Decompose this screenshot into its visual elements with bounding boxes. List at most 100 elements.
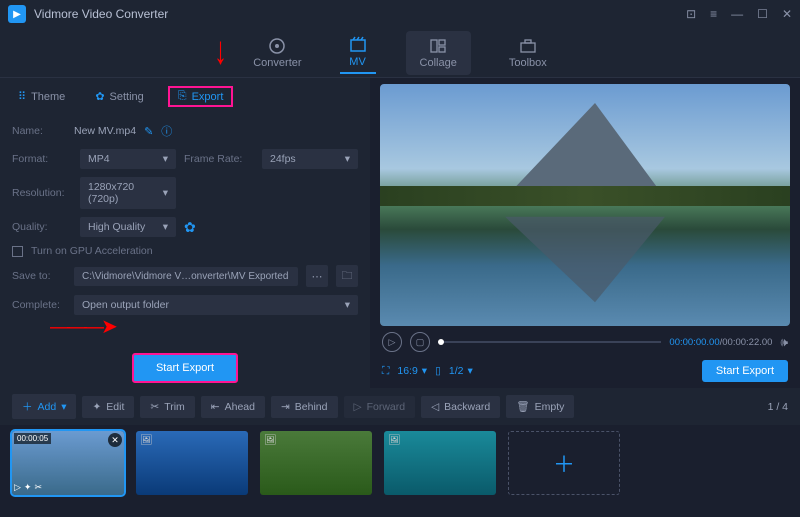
clip-thumb-1[interactable]: 00:00:05 ✕ ▷✦✂	[12, 431, 124, 495]
complete-label: Complete:	[12, 299, 66, 311]
format-dropdown[interactable]: MP4▾	[80, 149, 176, 169]
remove-clip-icon[interactable]: ✕	[108, 433, 122, 447]
stop-button[interactable]: ▢	[410, 332, 430, 352]
top-nav: Converter MV Collage Toolbox	[0, 28, 800, 78]
page-icon: ▯	[435, 365, 441, 377]
plus-icon: ＋	[22, 399, 33, 414]
wand-icon[interactable]: ✦	[24, 482, 32, 493]
browse-folder-button[interactable]: 🗀	[336, 265, 358, 287]
clip-thumb-2[interactable]: 🖼	[136, 431, 248, 495]
seek-thumb[interactable]	[438, 339, 444, 345]
chevron-down-icon: ▾	[345, 153, 350, 165]
page-dropdown[interactable]: 1/2▾	[449, 365, 473, 377]
chevron-down-icon: ▾	[345, 299, 350, 311]
nav-toolbox[interactable]: Toolbox	[501, 33, 555, 73]
edit-button[interactable]: ✦Edit	[82, 396, 134, 418]
image-icon: 🖼	[388, 435, 401, 446]
image-icon: 🖼	[140, 435, 153, 446]
chevron-down-icon: ▾	[163, 187, 168, 199]
window-controls: ⊡ ≡ — ☐ ✕	[686, 7, 792, 21]
saveto-label: Save to:	[12, 270, 66, 282]
framerate-dropdown[interactable]: 24fps▾	[262, 149, 358, 169]
forward-button[interactable]: ▷Forward	[344, 396, 416, 418]
nav-collage[interactable]: Collage	[406, 31, 471, 75]
framerate-label: Frame Rate:	[184, 153, 254, 165]
quality-label: Quality:	[12, 221, 72, 233]
collage-icon	[428, 37, 448, 55]
behind-button[interactable]: ⇥Behind	[271, 396, 338, 418]
backward-button[interactable]: ◁Backward	[421, 396, 500, 418]
gpu-label: Turn on GPU Acceleration	[31, 245, 153, 257]
quality-settings-icon[interactable]: ✿	[184, 219, 254, 236]
ahead-button[interactable]: ⇤Ahead	[201, 396, 265, 418]
preview-panel: ▷ ▢ 00:00:00.00/00:00:22.00 🕪 ⛶ 16:9▾ ▯ …	[370, 78, 800, 388]
feedback-icon[interactable]: ⊡	[686, 7, 696, 21]
menu-icon[interactable]: ≡	[710, 7, 717, 21]
forward-icon: ▷	[354, 401, 362, 413]
nav-mv[interactable]: MV	[340, 32, 376, 74]
video-preview[interactable]	[380, 84, 790, 326]
scissors-icon[interactable]: ✂	[34, 482, 42, 493]
volume-icon[interactable]: 🕪	[780, 335, 788, 350]
export-panel: ⠿Theme ✿Setting ⎘Export Name: New MV.mp4…	[0, 78, 370, 388]
preview-graphic	[505, 103, 665, 198]
clip-thumb-3[interactable]: 🖼	[260, 431, 372, 495]
trash-icon: 🗑	[516, 400, 529, 413]
ahead-icon: ⇤	[211, 401, 220, 413]
add-clip-button[interactable]: ＋	[508, 431, 620, 495]
nav-converter-label: Converter	[253, 57, 301, 69]
converter-icon	[267, 37, 287, 55]
resolution-dropdown[interactable]: 1280x720 (720p)▾	[80, 177, 176, 209]
nav-collage-label: Collage	[420, 57, 457, 69]
close-icon[interactable]: ✕	[782, 7, 792, 21]
complete-dropdown[interactable]: Open output folder▾	[74, 295, 358, 315]
aspect-dropdown[interactable]: 16:9▾	[397, 365, 427, 377]
saveto-path: C:\Vidmore\Vidmore V…onverter\MV Exporte…	[74, 267, 298, 286]
subtab-setting[interactable]: ✿Setting	[89, 87, 149, 106]
chevron-down-icon: ▾	[467, 365, 472, 377]
image-icon: 🖼	[264, 435, 277, 446]
maximize-icon[interactable]: ☐	[757, 7, 768, 21]
play-icon[interactable]: ▷	[14, 482, 21, 493]
theme-icon: ⠿	[18, 90, 26, 103]
edit-name-icon[interactable]: ✎	[144, 125, 153, 138]
start-export-button[interactable]: Start Export	[132, 353, 238, 383]
seek-slider[interactable]	[438, 341, 661, 343]
play-button[interactable]: ▷	[382, 332, 402, 352]
add-button[interactable]: ＋Add▾	[12, 394, 76, 419]
backward-icon: ◁	[431, 401, 439, 413]
subtab-theme[interactable]: ⠿Theme	[12, 87, 71, 106]
chevron-down-icon: ▾	[422, 365, 427, 377]
titlebar: ▶ Vidmore Video Converter ⊡ ≡ — ☐ ✕	[0, 0, 800, 28]
wand-icon: ✦	[92, 401, 101, 413]
clip-thumb-4[interactable]: 🖼	[384, 431, 496, 495]
subtab-export[interactable]: ⎘Export	[168, 86, 234, 107]
time-display: 00:00:00.00/00:00:22.00	[669, 337, 772, 348]
chevron-down-icon: ▾	[61, 401, 66, 413]
empty-button[interactable]: 🗑Empty	[506, 395, 574, 418]
scissors-icon: ✂	[150, 401, 159, 413]
start-export-button-2[interactable]: Start Export	[702, 360, 788, 382]
name-value: New MV.mp4	[74, 125, 136, 137]
nav-toolbox-label: Toolbox	[509, 57, 547, 69]
quality-dropdown[interactable]: High Quality▾	[80, 217, 176, 237]
nav-converter[interactable]: Converter	[245, 33, 309, 73]
plus-icon: ＋	[553, 447, 575, 479]
toolbox-icon	[518, 37, 538, 55]
clip-thumbnails: 00:00:05 ✕ ▷✦✂ 🖼 🖼 🖼 ＋	[0, 425, 800, 507]
minimize-icon[interactable]: —	[731, 7, 743, 21]
clip-pager: 1 / 4	[768, 401, 788, 413]
gpu-checkbox[interactable]	[12, 246, 23, 257]
duration-badge: 00:00:05	[14, 433, 51, 444]
aspect-icon: ⛶	[382, 365, 389, 378]
name-label: Name:	[12, 125, 66, 137]
more-path-button[interactable]: ⋯	[306, 265, 328, 287]
app-title: Vidmore Video Converter	[34, 7, 686, 21]
trim-button[interactable]: ✂Trim	[140, 396, 194, 418]
clip-toolbar: ＋Add▾ ✦Edit ✂Trim ⇤Ahead ⇥Behind ▷Forwar…	[0, 388, 800, 425]
nav-mv-label: MV	[349, 56, 366, 68]
behind-icon: ⇥	[281, 401, 290, 413]
info-icon[interactable]: ⓘ	[161, 123, 172, 139]
chevron-down-icon: ▾	[163, 153, 168, 165]
gear-icon: ✿	[95, 90, 104, 103]
